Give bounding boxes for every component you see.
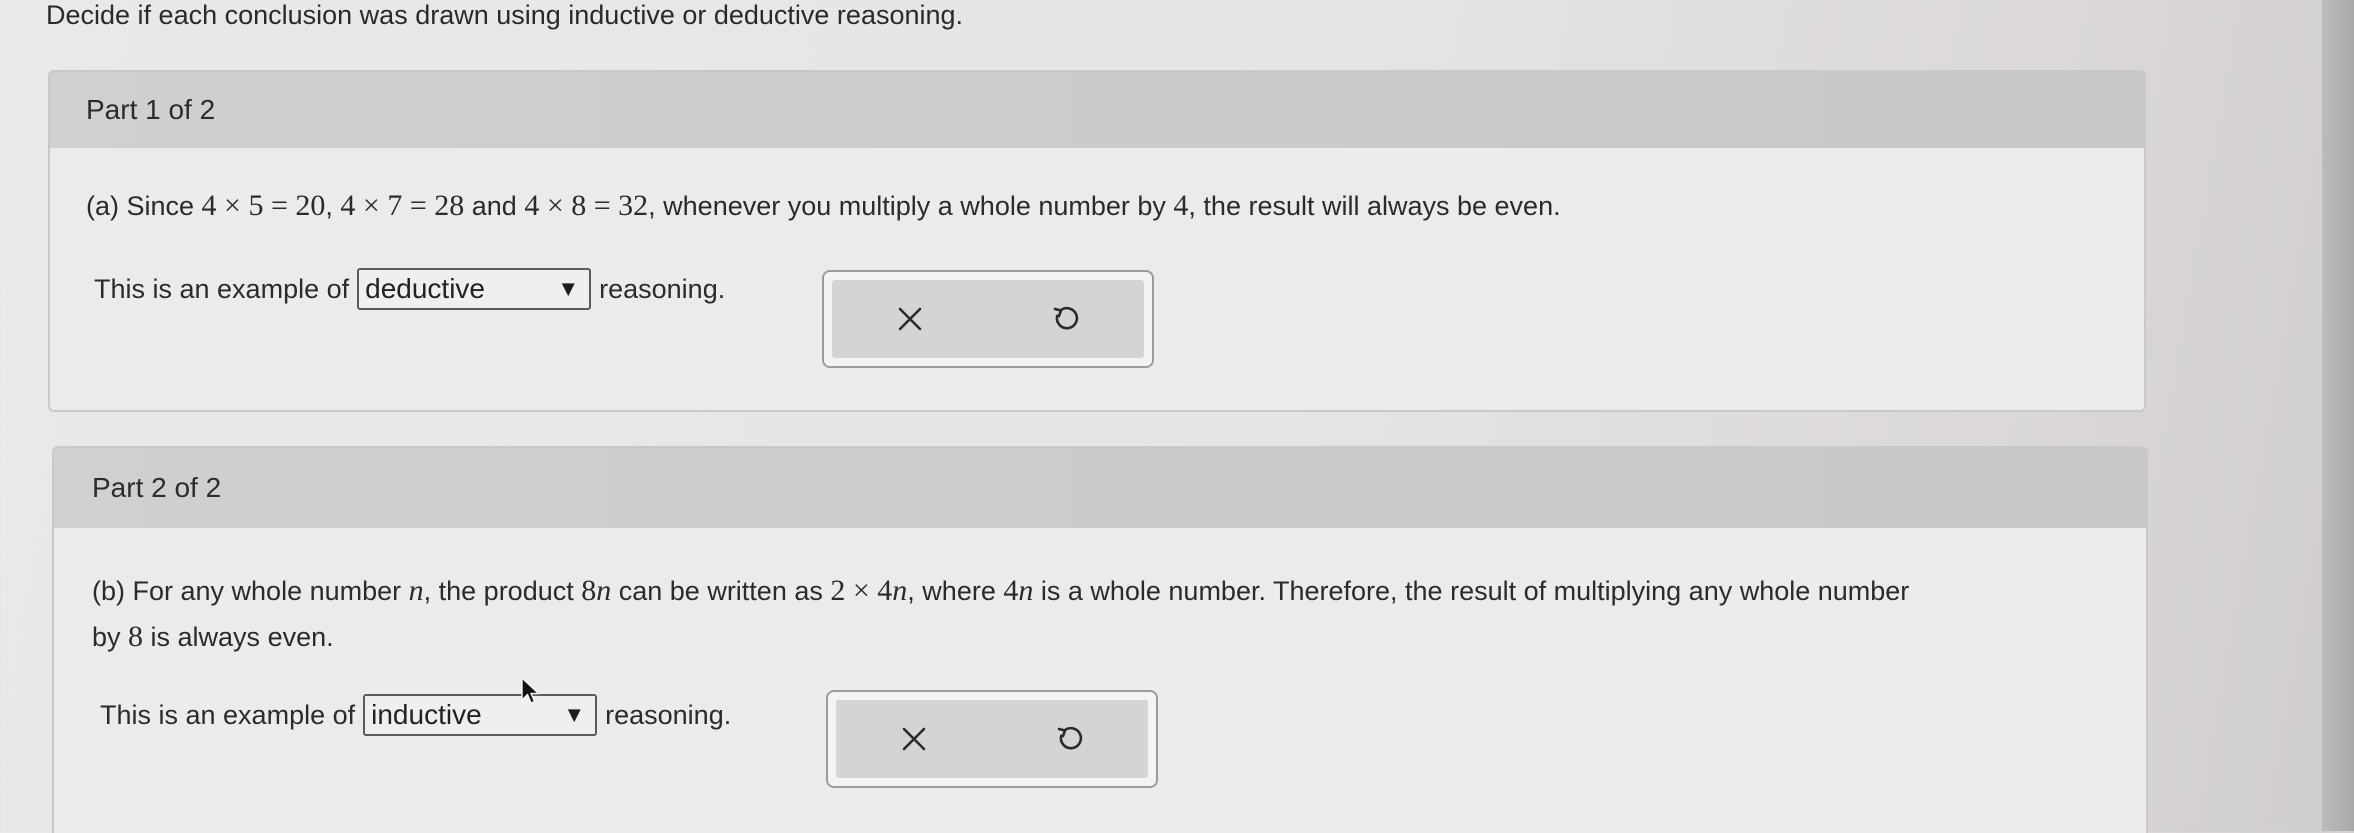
question-b-t1: , the product xyxy=(423,576,582,606)
question-a: (a) Since 4 × 5 = 20, 4 × 7 = 28 and 4 ×… xyxy=(86,183,1561,229)
question-b-expr-2x4n: 2 × 4n xyxy=(830,574,907,607)
question-b-var-n-text: n xyxy=(408,574,424,607)
reasoning-select-b[interactable]: inductive ▼ xyxy=(363,694,598,736)
question-b-t2: can be written as xyxy=(611,576,831,606)
question-a-expr3: 4 × 8 = 32 xyxy=(524,189,649,222)
question-b-expr-4n-coef: 4 xyxy=(1003,574,1019,607)
question-b: (b) For any whole number n, the product … xyxy=(92,568,1909,660)
question-b-expr-4n: 4n xyxy=(1003,574,1033,607)
question-b-expr-8n-coef: 8 xyxy=(581,574,597,607)
question-b-line1: (b) For any whole number n, the product … xyxy=(92,568,1909,614)
reasoning-select-a-value: deductive xyxy=(365,273,485,304)
answer-b-suffix: reasoning. xyxy=(605,699,732,730)
question-b-t4: is a whole number. Therefore, the result… xyxy=(1033,576,1910,606)
reasoning-select-b-value: inductive xyxy=(371,699,482,730)
question-b-line2: by 8 is always even. xyxy=(92,614,1909,660)
question-a-sep1: , xyxy=(325,191,341,221)
part-1-header: Part 1 of 2 xyxy=(50,72,2144,148)
reasoning-select-a[interactable]: deductive ▼ xyxy=(357,268,592,310)
answer-a-suffix: reasoning. xyxy=(599,273,726,304)
question-a-expr1: 4 × 5 = 20 xyxy=(201,189,326,222)
question-b-prefix: (b) For any whole number xyxy=(92,576,409,606)
question-b-expr-2x4n-coef: 2 × 4 xyxy=(830,574,893,607)
instructions-text: Decide if each conclusion was drawn usin… xyxy=(46,0,964,30)
answer-tools-b xyxy=(826,690,1158,788)
question-b-num8: 8 xyxy=(128,620,144,653)
question-b-line2-suffix: is always even. xyxy=(143,622,334,652)
question-a-expr2: 4 × 7 = 28 xyxy=(340,189,465,222)
triangle-down-icon: ▼ xyxy=(557,276,580,301)
answer-row-a: This is an example of deductive ▼ reason… xyxy=(94,268,725,310)
question-a-sep2: and xyxy=(464,191,525,221)
mouse-cursor-icon xyxy=(521,677,540,704)
answer-tools-a-bar xyxy=(832,280,1144,358)
part-2-header: Part 2 of 2 xyxy=(54,448,2146,528)
page-scrollbar-edge xyxy=(2322,0,2354,831)
x-icon[interactable] xyxy=(894,719,934,759)
question-a-middle: , whenever you multiply a whole number b… xyxy=(648,191,1174,221)
answer-row-b: This is an example of inductive ▼ reason… xyxy=(100,694,731,736)
triangle-down-icon: ▼ xyxy=(563,702,586,727)
question-b-t3: , where xyxy=(907,576,1004,606)
question-b-expr-4n-var: n xyxy=(1018,574,1034,607)
question-a-num: 4 xyxy=(1173,189,1189,222)
answer-b-prefix: This is an example of xyxy=(100,699,356,730)
question-b-expr-8n-var: n xyxy=(596,574,612,607)
question-a-suffix: , the result will always be even. xyxy=(1188,191,1561,221)
question-a-prefix: (a) Since xyxy=(86,191,202,221)
answer-tools-b-bar xyxy=(836,700,1148,778)
question-b-line2-prefix: by xyxy=(92,622,129,652)
question-b-expr-8n: 8n xyxy=(581,574,611,607)
answer-tools-a xyxy=(822,270,1154,368)
x-icon[interactable] xyxy=(890,299,930,339)
question-b-var-n: n xyxy=(409,574,424,607)
answer-a-prefix: This is an example of xyxy=(94,273,350,304)
undo-icon[interactable] xyxy=(1046,299,1086,339)
question-b-expr-2x4n-var: n xyxy=(892,574,908,607)
undo-icon[interactable] xyxy=(1050,719,1090,759)
